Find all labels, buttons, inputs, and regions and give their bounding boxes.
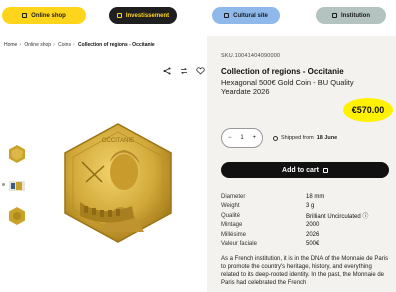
institution-icon [332, 13, 337, 18]
breadcrumb-online-shop[interactable]: Online shop [24, 42, 51, 48]
spec-value: 3 g [306, 203, 315, 210]
nav-institution-label: Institution [341, 12, 370, 19]
spec-row: Diameter 18 mm [221, 192, 389, 202]
qty-decrease-button[interactable]: − [228, 135, 232, 141]
spec-key: Diameter [221, 193, 246, 200]
spec-row: Mintage 2000 [221, 221, 389, 231]
spec-value: 2000 [306, 222, 320, 229]
cultural-icon [224, 13, 230, 18]
share-icon[interactable] [162, 66, 171, 75]
shipping-date: 18 June [316, 135, 338, 141]
spec-row: Weight 3 g [221, 202, 389, 212]
spec-key: Qualité [221, 212, 241, 219]
thumbnail-coin-back[interactable] [7, 206, 27, 226]
nav-investment-label: Investissement [125, 12, 170, 19]
nav-institution[interactable]: Institution [316, 7, 386, 24]
coin-engraving: OCCITANIE [102, 138, 134, 144]
product-price: €570.00 [351, 105, 385, 115]
shipping-prefix: Shipped from [281, 135, 314, 141]
investment-icon [116, 13, 122, 18]
add-to-cart-button[interactable]: Add to cart [221, 162, 389, 178]
shipping-info: Shipped from 18 June [273, 135, 337, 141]
qty-value[interactable]: 1 [240, 135, 243, 141]
breadcrumb-current: Collection of regions - Occitanie [78, 42, 155, 48]
spec-row: Valeur faciale 500€ [221, 240, 389, 250]
nav-online-shop-label: Online shop [31, 12, 66, 19]
spec-value: Brilliant Uncirculated ⓘ [306, 214, 369, 221]
product-description: As a French institution, it is in the DN… [221, 256, 389, 286]
breadcrumb: Home › Online shop › Coins › Collection of … [4, 42, 155, 48]
spec-key: Millésime [221, 231, 247, 238]
main-product-image: OCCITANIE [62, 122, 174, 244]
heart-icon[interactable] [196, 66, 205, 75]
top-nav: Online shop Investissement Cultural site… [0, 0, 396, 36]
spec-value: 2026 [306, 231, 320, 238]
spec-value: 500€ [306, 241, 320, 248]
bag-icon [322, 167, 328, 173]
product-actions [162, 66, 205, 75]
quantity-stepper[interactable]: − 1 + [221, 128, 263, 148]
product-title: Collection of regions - Occitanie [221, 67, 344, 76]
check-icon [273, 135, 278, 141]
compare-icon[interactable] [179, 66, 188, 75]
product-sku: SKU.10041404090000 [221, 53, 281, 59]
nav-cultural-label: Cultural site [233, 12, 268, 19]
shop-icon [22, 13, 28, 18]
thumbnail-indicator [2, 183, 5, 186]
add-to-cart-label: Add to cart [282, 166, 319, 174]
breadcrumb-home[interactable]: Home [4, 42, 17, 48]
spec-row: Millésime 2026 [221, 230, 389, 240]
product-panel: SKU.10041404090000 Collection of regions… [207, 36, 396, 292]
spec-key: Weight [221, 203, 240, 210]
nav-cultural-site[interactable]: Cultural site [212, 7, 280, 24]
spec-row: Qualité Brilliant Uncirculated ⓘ [221, 211, 389, 221]
thumbnail-coin-pack[interactable] [7, 176, 27, 196]
spec-table: Diameter 18 mm Weight 3 g Qualité Brilliant… [221, 192, 389, 249]
qty-increase-button[interactable]: + [252, 135, 256, 141]
thumbnail-coin-front[interactable] [7, 144, 27, 164]
price-highlight: €570.00 [343, 98, 393, 122]
spec-value: 18 mm [306, 193, 325, 200]
spec-key: Valeur faciale [221, 241, 257, 248]
breadcrumb-coins[interactable]: Coins [58, 42, 71, 48]
product-subtitle: Hexagonal 500€ Gold Coin - BU Quality Ye… [221, 78, 354, 96]
spec-key: Mintage [221, 222, 243, 229]
nav-investment[interactable]: Investissement [109, 7, 177, 24]
nav-online-shop[interactable]: Online shop [2, 7, 86, 24]
